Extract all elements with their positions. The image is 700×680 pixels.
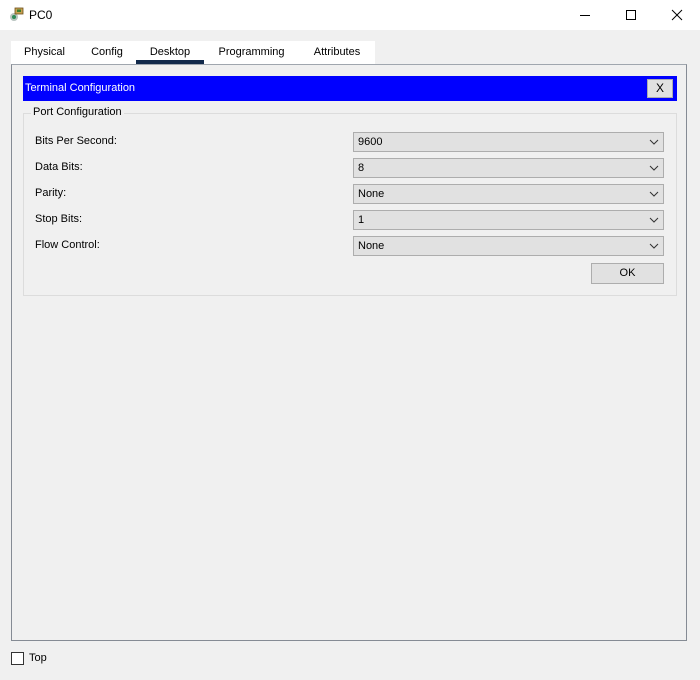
close-window-button[interactable] [654, 0, 700, 30]
data-bits-select[interactable]: 8 [353, 158, 664, 178]
bits-per-second-select[interactable]: 9600 [353, 132, 664, 152]
window-title: PC0 [29, 8, 53, 22]
stop-bits-label: Stop Bits: [35, 213, 83, 225]
minimize-icon [580, 15, 590, 16]
terminal-config-title: Terminal Configuration [25, 82, 136, 94]
minimize-button[interactable] [562, 0, 608, 30]
tab-programming[interactable]: Programming [204, 41, 299, 64]
top-checkbox[interactable] [11, 652, 24, 665]
chevron-down-icon [649, 217, 659, 223]
tab-desktop[interactable]: Desktop [136, 41, 204, 64]
stop-bits-value: 1 [358, 214, 365, 226]
data-bits-value: 8 [358, 162, 365, 174]
stop-bits-select[interactable]: 1 [353, 210, 664, 230]
bits-per-second-label: Bits Per Second: [35, 135, 117, 147]
port-configuration-legend: Port Configuration [31, 106, 124, 118]
parity-select[interactable]: None [353, 184, 664, 204]
chevron-down-icon [649, 139, 659, 145]
terminal-config-header: Terminal Configuration X [23, 76, 677, 101]
pc-device-icon [10, 7, 24, 21]
tab-config[interactable]: Config [78, 41, 136, 64]
parity-label: Parity: [35, 187, 67, 199]
top-checkbox-label[interactable]: Top [29, 652, 47, 664]
maximize-button[interactable] [608, 0, 654, 30]
data-bits-label: Data Bits: [35, 161, 83, 173]
bits-per-second-value: 9600 [358, 136, 383, 148]
title-bar: PC0 [0, 0, 700, 30]
terminal-close-button[interactable]: X [647, 79, 673, 98]
tab-attributes[interactable]: Attributes [299, 41, 375, 64]
tab-bar: Physical Config Desktop Programming Attr… [11, 41, 375, 64]
chevron-down-icon [649, 165, 659, 171]
parity-value: None [358, 188, 385, 200]
maximize-icon [626, 10, 636, 20]
flow-control-label: Flow Control: [35, 239, 100, 251]
chevron-down-icon [649, 243, 659, 249]
close-icon [671, 9, 683, 21]
flow-control-value: None [358, 240, 385, 252]
flow-control-select[interactable]: None [353, 236, 664, 256]
ok-button[interactable]: OK [591, 263, 664, 284]
tab-physical[interactable]: Physical [11, 41, 78, 64]
chevron-down-icon [649, 191, 659, 197]
